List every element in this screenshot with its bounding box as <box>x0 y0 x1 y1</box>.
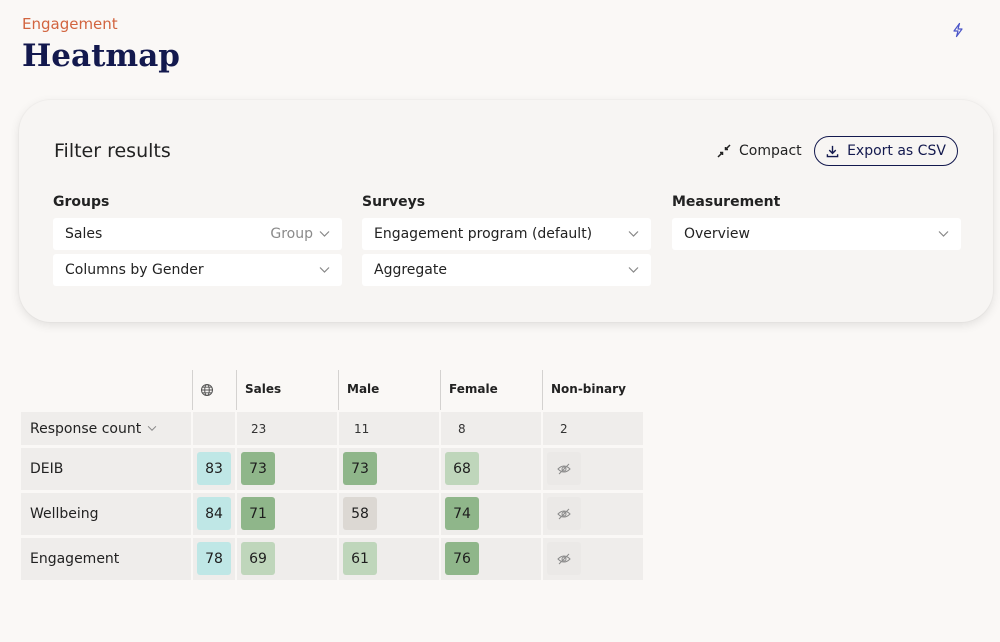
download-icon <box>826 145 839 157</box>
score-cell-sales[interactable]: 71 <box>241 497 275 530</box>
response-count-sales: 23 <box>251 422 267 436</box>
export-csv-button[interactable]: Export as CSV <box>814 136 958 166</box>
score-cell-female[interactable]: 76 <box>445 542 479 575</box>
score-cell-sales[interactable]: 69 <box>241 542 275 575</box>
score-cell-female[interactable]: 74 <box>445 497 479 530</box>
bolt-icon[interactable] <box>950 22 966 38</box>
aggregate-value: Aggregate <box>374 262 447 278</box>
measurement-select[interactable]: Overview <box>672 218 961 250</box>
response-count-selector[interactable]: Response count <box>21 412 191 445</box>
score-cell-female[interactable]: 68 <box>445 452 479 485</box>
eye-slash-icon <box>557 508 571 519</box>
globe-icon <box>201 384 213 396</box>
group-select-value: Sales <box>65 226 103 242</box>
response-count-female: 8 <box>458 422 466 436</box>
response-count-non-binary: 2 <box>560 422 568 436</box>
chevron-down-icon <box>628 267 639 273</box>
column-header-sales[interactable]: Sales <box>245 382 281 396</box>
score-cell-male[interactable]: 61 <box>343 542 377 575</box>
measurement-label: Measurement <box>672 194 781 210</box>
page-eyebrow: Engagement <box>22 15 118 33</box>
hidden-score-cell <box>547 497 581 530</box>
column-divider <box>440 370 441 410</box>
column-header-female[interactable]: Female <box>449 382 498 396</box>
measurement-value: Overview <box>684 226 750 242</box>
group-select-hint: Group <box>270 226 313 242</box>
compact-label: Compact <box>739 143 802 159</box>
survey-program-select[interactable]: Engagement program (default) <box>362 218 651 250</box>
eye-slash-icon <box>557 553 571 564</box>
filter-panel: Filter results Compact Export as CSV Gro… <box>19 100 993 322</box>
response-count-cell <box>193 412 235 445</box>
group-select[interactable]: Sales Group <box>53 218 342 250</box>
row-label-deib[interactable]: DEIB <box>30 461 63 477</box>
score-cell-global[interactable]: 78 <box>197 542 231 575</box>
chevron-down-icon <box>938 231 949 237</box>
score-cell-global[interactable]: 83 <box>197 452 231 485</box>
row-label-engagement[interactable]: Engagement <box>30 551 119 567</box>
response-count-cell <box>543 412 643 445</box>
column-divider <box>236 370 237 410</box>
columns-select[interactable]: Columns by Gender <box>53 254 342 286</box>
column-divider <box>338 370 339 410</box>
column-header-male[interactable]: Male <box>347 382 379 396</box>
columns-select-value: Columns by Gender <box>65 262 204 278</box>
export-label: Export as CSV <box>847 143 946 159</box>
column-header-non-binary[interactable]: Non-binary <box>551 382 626 396</box>
score-cell-global[interactable]: 84 <box>197 497 231 530</box>
surveys-label: Surveys <box>362 194 426 210</box>
collapse-arrows-icon <box>717 144 731 158</box>
score-cell-male[interactable]: 58 <box>343 497 377 530</box>
response-count-cell <box>441 412 541 445</box>
filter-title: Filter results <box>54 140 171 162</box>
hidden-score-cell <box>547 452 581 485</box>
chevron-down-icon <box>147 425 157 431</box>
score-cell-sales[interactable]: 73 <box>241 452 275 485</box>
eye-slash-icon <box>557 463 571 474</box>
chevron-down-icon <box>319 267 330 273</box>
groups-label: Groups <box>53 194 110 210</box>
chevron-down-icon <box>319 231 330 237</box>
response-count-label: Response count <box>30 420 142 437</box>
response-count-male: 11 <box>354 422 370 436</box>
page-title: Heatmap <box>22 38 180 74</box>
score-cell-male[interactable]: 73 <box>343 452 377 485</box>
row-label-wellbeing[interactable]: Wellbeing <box>30 506 99 522</box>
survey-program-value: Engagement program (default) <box>374 226 593 242</box>
aggregate-select[interactable]: Aggregate <box>362 254 651 286</box>
chevron-down-icon <box>628 231 639 237</box>
column-divider <box>192 370 193 410</box>
column-divider <box>542 370 543 410</box>
hidden-score-cell <box>547 542 581 575</box>
compact-toggle[interactable]: Compact <box>717 143 802 159</box>
